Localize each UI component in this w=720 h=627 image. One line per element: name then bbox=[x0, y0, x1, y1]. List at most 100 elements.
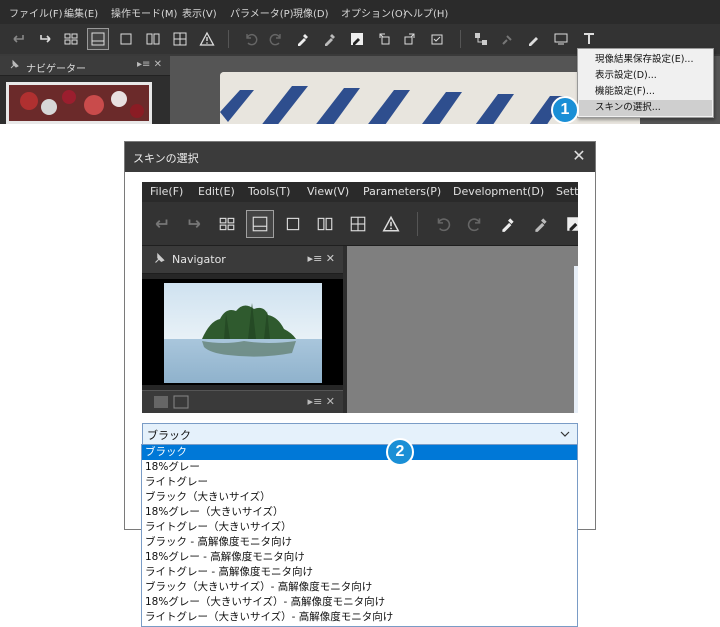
menu-help[interactable]: ヘルプ(H) bbox=[403, 5, 448, 20]
quad-view-icon[interactable] bbox=[169, 28, 191, 50]
eyedropper-white-icon bbox=[494, 210, 522, 238]
skin-option[interactable]: ライトグレー（大きいサイズ）- 高解像度モニタ向け bbox=[142, 610, 577, 625]
preview-navigator-title: Navigator bbox=[172, 253, 226, 266]
panel-controls: ▸≡ ✕ bbox=[307, 395, 335, 408]
eyedropper-gray-icon bbox=[527, 210, 555, 238]
redo-icon[interactable] bbox=[265, 28, 287, 50]
link-icon[interactable] bbox=[497, 28, 519, 50]
eyedropper-black-icon bbox=[560, 210, 578, 238]
prev-image-icon[interactable] bbox=[8, 28, 30, 50]
pin-icon[interactable] bbox=[8, 59, 20, 74]
warning-icon[interactable] bbox=[196, 28, 218, 50]
skin-option[interactable]: ブラック（大きいサイズ） bbox=[142, 490, 577, 505]
panel-controls[interactable]: ▸≡ ✕ bbox=[137, 59, 162, 70]
preview-menu-bar: File(F) Edit(E) Tools(T) View(V) Paramet… bbox=[142, 182, 578, 202]
compare-view-icon[interactable] bbox=[142, 28, 164, 50]
options-dropdown-menu: 現像結果保存設定(E)... 表示設定(D)... 機能設定(F)... スキン… bbox=[577, 48, 714, 118]
menu-item-select-skin[interactable]: スキンの選択... bbox=[579, 100, 712, 116]
skin-option[interactable]: ブラック（大きいサイズ）- 高解像度モニタ向け bbox=[142, 580, 577, 595]
menu-development[interactable]: 現像(D) bbox=[293, 5, 329, 20]
eyedropper-gray-icon[interactable] bbox=[319, 28, 341, 50]
skin-select-value: ブラック bbox=[147, 429, 191, 442]
preview-menu-settings: Setti bbox=[556, 185, 578, 198]
preview-navigator-image bbox=[142, 279, 343, 385]
grid-view-icon[interactable] bbox=[60, 28, 82, 50]
menu-file[interactable]: ファイル(F) bbox=[9, 5, 63, 20]
skin-option[interactable]: ブラック bbox=[142, 445, 577, 460]
single-view-icon bbox=[279, 210, 307, 238]
undo-icon bbox=[429, 210, 457, 238]
filmstrip-view-icon bbox=[246, 210, 274, 238]
skin-preview: File(F) Edit(E) Tools(T) View(V) Paramet… bbox=[142, 182, 578, 413]
preview-menu-edit: Edit(E) bbox=[198, 185, 235, 198]
skin-option[interactable]: 18%グレー bbox=[142, 460, 577, 475]
island-photo bbox=[164, 283, 322, 383]
tools-icon[interactable] bbox=[578, 28, 600, 50]
skin-option[interactable]: 18%グレー（大きいサイズ）- 高解像度モニタ向け bbox=[142, 595, 577, 610]
close-button[interactable]: ✕ bbox=[569, 146, 589, 166]
toolbar-separator bbox=[417, 212, 418, 236]
skin-option[interactable]: ライトグレー - 高解像度モニタ向け bbox=[142, 565, 577, 580]
next-image-icon[interactable] bbox=[34, 28, 56, 50]
main-app-window: ファイル(F) 編集(E) 操作モード(M) 表示(V) パラメータ(P) 現像… bbox=[0, 0, 720, 124]
eyedropper-black-icon[interactable] bbox=[346, 28, 368, 50]
preview-image-viewer bbox=[347, 246, 578, 413]
panel-controls: ▸≡ ✕ bbox=[307, 252, 335, 265]
navigator-title: ナビゲーター bbox=[26, 64, 86, 75]
menu-parameters[interactable]: パラメータ(P) bbox=[230, 5, 294, 20]
menu-view[interactable]: 表示(V) bbox=[182, 5, 217, 20]
compare-view-icon bbox=[311, 210, 339, 238]
menu-item-function-settings[interactable]: 機能設定(F)... bbox=[579, 84, 712, 100]
menu-bar: ファイル(F) 編集(E) 操作モード(M) 表示(V) パラメータ(P) 現像… bbox=[0, 0, 720, 24]
callout-badge-2: 2 bbox=[386, 438, 414, 466]
preview-navigator-panel: Navigator ▸≡ ✕ ▸≡ ✕ bbox=[142, 246, 343, 413]
filmstrip-view-icon[interactable] bbox=[87, 28, 109, 50]
preview-menu-file: File(F) bbox=[150, 185, 184, 198]
preview-navigator-header: Navigator ▸≡ ✕ bbox=[142, 246, 343, 274]
menu-options[interactable]: オプション(O) bbox=[341, 5, 407, 20]
skin-select-combobox[interactable]: ブラック bbox=[142, 423, 578, 445]
navigator-thumbnail[interactable] bbox=[6, 82, 152, 124]
skin-options-list: ブラック 18%グレー ライトグレー ブラック（大きいサイズ） 18%グレー（大… bbox=[141, 444, 578, 627]
dialog-titlebar: スキンの選択 ✕ bbox=[125, 142, 595, 172]
chevron-down-icon[interactable] bbox=[559, 428, 571, 443]
toolbar-separator bbox=[228, 30, 229, 48]
skin-option[interactable]: ライトグレー bbox=[142, 475, 577, 490]
preview-menu-development: Development(D) bbox=[453, 185, 545, 198]
rotate-left-icon[interactable] bbox=[373, 28, 395, 50]
skin-option[interactable]: 18%グレー（大きいサイズ） bbox=[142, 505, 577, 520]
menu-item-save-settings[interactable]: 現像結果保存設定(E)... bbox=[579, 52, 712, 68]
preview-menu-tools: Tools(T) bbox=[248, 185, 291, 198]
brush-icon[interactable] bbox=[523, 28, 545, 50]
checkbox-icon[interactable] bbox=[426, 28, 448, 50]
preview-menu-parameters: Parameters(P) bbox=[363, 185, 442, 198]
dialog-title: スキンの選択 bbox=[133, 152, 199, 165]
quad-view-icon bbox=[344, 210, 372, 238]
single-view-icon[interactable] bbox=[115, 28, 137, 50]
toolbar-separator bbox=[460, 30, 461, 48]
pin-icon bbox=[152, 252, 166, 269]
preview-photo-edge bbox=[574, 266, 578, 413]
rotate-right-icon[interactable] bbox=[399, 28, 421, 50]
skin-option[interactable]: ライトグレー（大きいサイズ） bbox=[142, 520, 577, 535]
monitor-icon[interactable] bbox=[550, 28, 572, 50]
navigator-panel: ナビゲーター ▸≡ ✕ bbox=[0, 56, 170, 124]
menu-edit[interactable]: 編集(E) bbox=[64, 5, 98, 20]
navigator-header: ナビゲーター ▸≡ ✕ bbox=[0, 56, 170, 76]
menu-operation-mode[interactable]: 操作モード(M) bbox=[111, 5, 177, 20]
preview-toolbar bbox=[142, 202, 578, 246]
callout-badge-1: 1 bbox=[551, 96, 579, 124]
network-icon[interactable] bbox=[470, 28, 492, 50]
eyedropper-white-icon[interactable] bbox=[292, 28, 314, 50]
skin-option[interactable]: ブラック - 高解像度モニタ向け bbox=[142, 535, 577, 550]
preview-menu-view: View(V) bbox=[307, 185, 350, 198]
menu-item-display-settings[interactable]: 表示設定(D)... bbox=[579, 68, 712, 84]
prev-image-icon bbox=[148, 210, 176, 238]
undo-icon[interactable] bbox=[240, 28, 262, 50]
grid-view-icon bbox=[213, 210, 241, 238]
redo-icon bbox=[461, 210, 489, 238]
warning-icon bbox=[377, 210, 405, 238]
preview-panel-footer: ▸≡ ✕ bbox=[142, 390, 343, 413]
skin-option[interactable]: 18%グレー - 高解像度モニタ向け bbox=[142, 550, 577, 565]
next-image-icon bbox=[180, 210, 208, 238]
